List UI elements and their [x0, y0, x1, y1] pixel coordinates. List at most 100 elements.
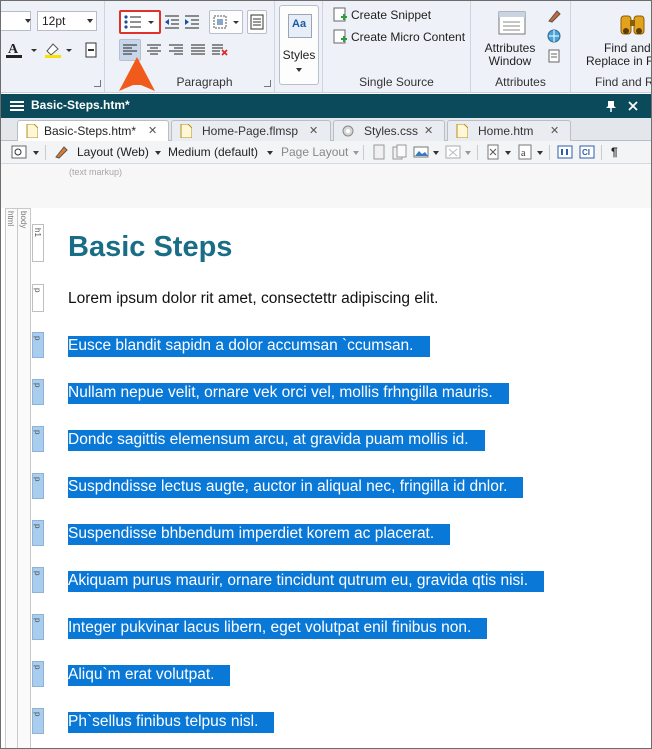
selected-paragraph[interactable]: Akiquam purus maurir, ornare tincidunt q…: [68, 571, 545, 592]
chevron-down-icon[interactable]: [353, 151, 359, 155]
tag-block-p[interactable]: p: [32, 473, 44, 499]
conditions-icon[interactable]: [485, 144, 501, 160]
tag-block-p[interactable]: p: [32, 379, 44, 405]
decrease-indent-button[interactable]: [163, 11, 181, 33]
find-replace-button[interactable]: Find and Replace in Fi: [577, 5, 651, 71]
micro-content-add-icon: [333, 29, 347, 44]
show-formatting-marks-button[interactable]: ¶: [611, 145, 618, 159]
close-icon[interactable]: [627, 100, 639, 112]
chevron-down-icon[interactable]: [33, 151, 39, 155]
chevron-down-icon: [87, 19, 93, 23]
tab-basic-steps[interactable]: Basic-Steps.htm* ✕: [17, 120, 169, 142]
tag-bar-body[interactable]: body: [17, 208, 31, 748]
medium-dropdown[interactable]: Medium (default): [168, 145, 258, 159]
justify-button[interactable]: [187, 39, 209, 61]
pin-icon[interactable]: [605, 100, 617, 112]
chevron-down-icon[interactable]: [155, 151, 161, 155]
page-layout-dropdown[interactable]: Page Layout: [281, 145, 348, 159]
selected-paragraph[interactable]: Ph`sellus finibus telpus nisl.: [68, 712, 275, 733]
tab-home-page[interactable]: Home-Page.flmsp ✕: [171, 120, 331, 141]
create-snippet-button[interactable]: Create Snippet: [331, 5, 461, 25]
document-icon[interactable]: [371, 144, 387, 160]
tag-p-label: p: [33, 665, 42, 670]
borders-button[interactable]: [209, 10, 243, 34]
remove-paragraph-format-button[interactable]: [209, 39, 231, 61]
font-color-button[interactable]: A: [3, 39, 39, 61]
dialog-launcher-icon[interactable]: [94, 80, 101, 87]
close-icon[interactable]: ✕: [424, 124, 433, 137]
tag-block-p[interactable]: p: [32, 332, 44, 358]
toolbar-separator: [601, 145, 602, 160]
create-micro-content-button[interactable]: Create Micro Content: [331, 27, 469, 47]
increase-indent-button[interactable]: [183, 11, 201, 33]
selected-paragraph[interactable]: Suspendisse bhbendum imperdiet korem ac …: [68, 524, 451, 545]
tag-block-p[interactable]: p: [32, 661, 44, 687]
styles-button-label: Styles: [282, 48, 316, 62]
create-micro-content-label: Create Micro Content: [351, 30, 466, 44]
table-icon[interactable]: [445, 144, 461, 160]
selected-paragraph[interactable]: Eusce blandit sapidn a dolor accumsan `c…: [68, 336, 430, 357]
zoom-icon[interactable]: [11, 144, 27, 160]
show-ci-icon[interactable]: CI: [579, 144, 595, 160]
chevron-down-icon[interactable]: [267, 151, 273, 155]
tag-block-p[interactable]: p: [32, 567, 44, 593]
tag-h1-label: h1: [33, 228, 42, 237]
tag-p-label: p: [33, 571, 42, 576]
tag-block-p[interactable]: p: [32, 708, 44, 734]
tag-block-p[interactable]: p: [32, 284, 44, 312]
tag-block-h1[interactable]: h1: [32, 224, 44, 262]
close-icon[interactable]: ✕: [309, 124, 318, 137]
tab-home-htm[interactable]: Home.htm ✕: [447, 120, 571, 141]
tag-body-label: body: [19, 211, 28, 229]
selected-paragraph[interactable]: Nullam nepue velit, ornare vek orci vel,…: [68, 383, 509, 404]
styles-button[interactable]: Aa Styles: [279, 5, 319, 85]
style-picker-icon[interactable]: [53, 144, 69, 160]
variable-icon[interactable]: a: [517, 144, 533, 160]
align-right-button[interactable]: [165, 39, 187, 61]
tag-p-label: p: [33, 430, 42, 435]
layout-dropdown[interactable]: Layout (Web): [77, 145, 149, 159]
attributes-window-button[interactable]: Attributes Window: [477, 5, 543, 71]
documents-icon[interactable]: [391, 144, 407, 160]
chevron-down-icon[interactable]: [537, 151, 543, 155]
tag-p-label: p: [33, 336, 42, 341]
attributes-window-label-line2: Window: [488, 54, 532, 68]
selected-paragraph[interactable]: Integer pukvinar lacus libern, eget volu…: [68, 618, 488, 639]
selected-paragraph[interactable]: Suspdndisse lectus augte, auctor in aliq…: [68, 477, 524, 498]
tab-styles-css[interactable]: Styles.css ✕: [333, 120, 445, 141]
dialog-launcher-icon[interactable]: [264, 80, 271, 87]
tag-block-p[interactable]: p: [32, 426, 44, 452]
single-source-group: Create Snippet Create Micro Content Sing…: [323, 1, 471, 93]
tag-block-p[interactable]: p: [32, 520, 44, 546]
clear-format-button[interactable]: [81, 39, 101, 61]
document-page[interactable]: Basic Steps Lorem ipsum dolor rit amet, …: [59, 208, 651, 748]
close-icon[interactable]: ✕: [550, 124, 559, 137]
ribbon: 12pt A Paragraph Aa Styles Create Snippe…: [1, 1, 651, 93]
tag-bar-html[interactable]: html: [5, 208, 17, 748]
selected-paragraph[interactable]: Dondc sagittis elemensum arcu, at gravid…: [68, 430, 485, 451]
document-list-icon: [548, 49, 560, 63]
tag-p-label: p: [33, 618, 42, 623]
gear-icon: [342, 125, 354, 137]
menu-icon[interactable]: [9, 100, 25, 112]
chevron-down-icon[interactable]: [505, 151, 511, 155]
editor-area: (text markup) html body h1 p p p p p p p…: [1, 164, 651, 748]
paragraph-intro[interactable]: Lorem ipsum dolor rit amet, consectettr …: [68, 290, 438, 308]
heading-1[interactable]: Basic Steps: [68, 231, 232, 264]
tag-p-label: p: [33, 477, 42, 482]
attribute-tool-button-3[interactable]: [545, 47, 563, 65]
attribute-tool-button-1[interactable]: [545, 7, 563, 25]
show-tags-button[interactable]: [247, 10, 267, 34]
chevron-down-icon[interactable]: [465, 151, 471, 155]
chevron-down-icon[interactable]: [433, 151, 439, 155]
highlight-button[interactable]: [41, 39, 75, 61]
show-tags-icon[interactable]: [557, 144, 573, 160]
attributes-group: Attributes Window Attributes: [471, 1, 571, 93]
selected-paragraph[interactable]: Aliqu`m erat volutpat.: [68, 665, 231, 686]
styles-group: Aa Styles: [275, 1, 323, 93]
close-icon[interactable]: ✕: [148, 124, 157, 137]
tag-block-p[interactable]: p: [32, 614, 44, 640]
bulleted-list-button[interactable]: [119, 10, 161, 34]
image-icon[interactable]: [413, 144, 429, 160]
attribute-tool-button-2[interactable]: [545, 27, 563, 45]
